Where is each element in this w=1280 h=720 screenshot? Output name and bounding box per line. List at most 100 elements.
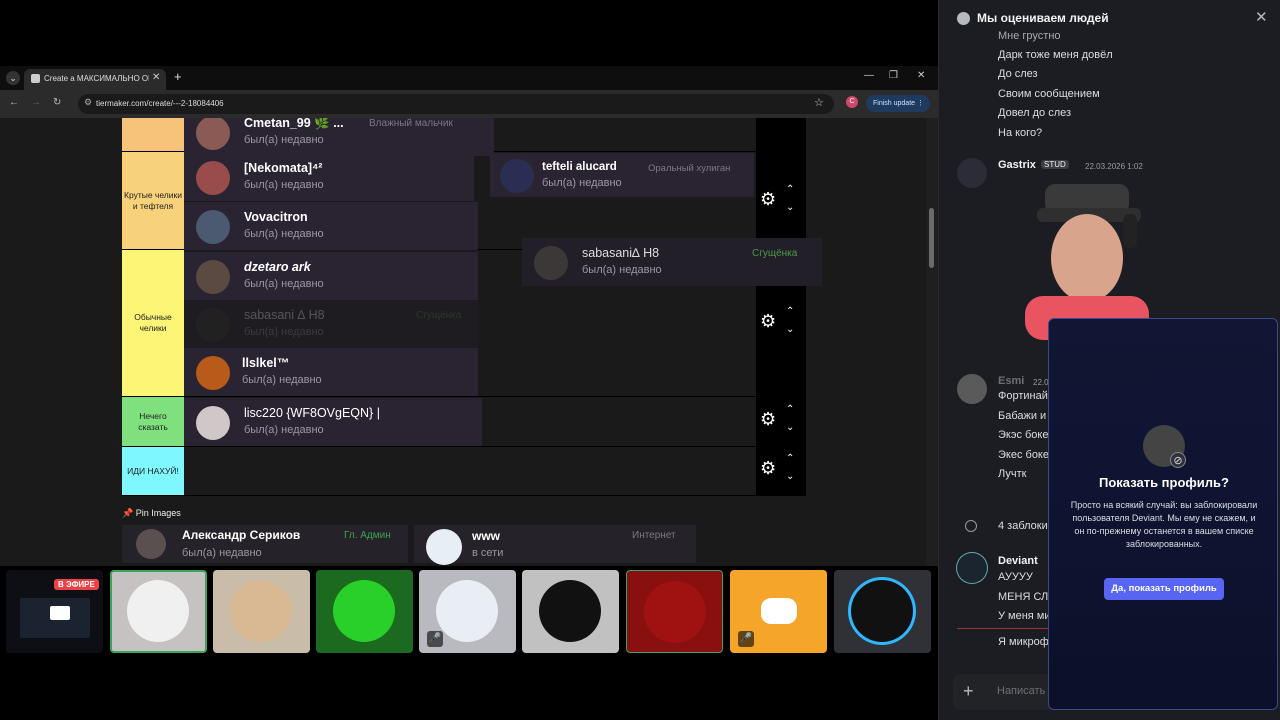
participant-tile[interactable] [626, 570, 723, 653]
participant-tile[interactable] [110, 570, 207, 653]
participant-tile[interactable] [316, 570, 413, 653]
discord-logo-icon [761, 598, 797, 624]
card-status: был(а) недавно [244, 326, 324, 338]
message-line: Экэс боке [998, 429, 1049, 441]
block-icon: ⊘ [1170, 452, 1186, 468]
author-name[interactable]: Deviant [998, 555, 1038, 567]
author-name[interactable]: Esmi [998, 375, 1024, 387]
tier-label[interactable]: Обычные челики [122, 250, 184, 396]
url-text: tiermaker.com/create/---2-18084406 [96, 99, 224, 108]
card-name: www [472, 529, 501, 543]
user-card-tefteli[interactable]: tefteli alucard был(а) недавно Оральный … [490, 153, 754, 197]
bookmark-star-icon[interactable]: ☆ [814, 96, 824, 109]
participant-tile[interactable] [834, 570, 931, 653]
tier-label[interactable]: ИДИ НАХУЙ! [122, 447, 184, 495]
card-name: Александр Сериков [182, 528, 301, 542]
message-line: Своим сообщением [998, 88, 1100, 100]
gear-icon[interactable]: ⚙ [760, 311, 776, 332]
tab-title: Create a МАКСИМАЛЬНО ОБ... [44, 74, 149, 83]
avatar[interactable] [957, 374, 987, 404]
stream-view: ⌄ Create a МАКСИМАЛЬНО ОБ... ✕ + — ❐ ✕ ←… [0, 0, 938, 720]
message-line: У меня ми [998, 610, 1051, 622]
card-status: был(а) недавно [582, 264, 662, 276]
participant-tile-screen[interactable]: В ЭФИРЕ [6, 570, 103, 653]
gear-icon[interactable]: ⚙ [760, 458, 776, 479]
back-icon[interactable]: ← [9, 97, 19, 108]
tier-label[interactable]: Нечего сказать [122, 397, 184, 446]
avatar [426, 529, 462, 565]
user-card-llslkel[interactable]: llslkel™ был(а) недавно [184, 348, 478, 396]
message-line: МЕНЯ СЛ [998, 591, 1049, 603]
modal-text: Просто на всякий случай: вы заблокировал… [1070, 500, 1258, 549]
user-card-sabasani-dragging[interactable]: sabasani∆ H8 был(а) недавно Сгущёнка [522, 238, 822, 286]
site-info-icon[interactable]: ⚙ [84, 97, 92, 108]
timestamp: 22.03.2026 1:02 [1085, 162, 1143, 171]
avatar[interactable] [957, 553, 987, 583]
avatar [436, 580, 498, 642]
blocked-icon [965, 520, 977, 532]
avatar [196, 260, 230, 294]
card-name: sabasani ∆ H8 [244, 308, 325, 322]
card-role: Сгущёнка [416, 310, 462, 321]
add-attachment-icon[interactable]: + [963, 681, 974, 702]
participant-tile[interactable]: 🎤 [730, 570, 827, 653]
minimize-icon[interactable]: — [864, 70, 874, 81]
card-status: был(а) недавно [244, 228, 324, 240]
move-arrows-icon[interactable]: ⌃ ⌄ [786, 303, 794, 339]
message-line: До слез [998, 68, 1038, 80]
avatar [500, 159, 534, 193]
scrollbar-thumb[interactable] [929, 208, 934, 268]
avatar[interactable] [957, 158, 987, 188]
gear-icon[interactable]: ⚙ [760, 189, 776, 210]
card-status: был(а) недавно [244, 278, 324, 290]
blocked-messages-toggle[interactable]: 4 заблоки [998, 520, 1048, 532]
participant-tile[interactable] [213, 570, 310, 653]
tier-label[interactable]: Крутые челики и тефтеля [122, 152, 184, 249]
avatar [851, 580, 913, 642]
message-line: АУУУУ [998, 571, 1033, 583]
url-field[interactable]: ⚙ tiermaker.com/create/---2-18084406 ☆ [78, 94, 834, 114]
monitor-icon [50, 606, 70, 620]
pin-card-sertikov[interactable]: Александр Сериков Гл. Админ был(а) недав… [122, 525, 408, 563]
pin-label-text: Pin Images [135, 508, 181, 518]
favicon-icon [31, 74, 40, 83]
author-name[interactable]: Gastrix [998, 159, 1036, 171]
profile-avatar[interactable]: C [846, 96, 858, 108]
close-icon[interactable]: ✕ [1255, 8, 1268, 26]
tab-search-icon[interactable]: ⌄ [6, 71, 20, 85]
show-profile-modal: ⊘ Показать профиль? Просто на всякий слу… [1048, 318, 1278, 710]
move-arrows-icon[interactable]: ⌃ ⌄ [786, 401, 794, 437]
move-arrows-icon[interactable]: ⌃ ⌄ [786, 450, 794, 486]
page-scrollbar[interactable] [926, 118, 938, 566]
show-profile-button[interactable]: Да, показать профиль [1104, 578, 1224, 600]
tab-close-icon[interactable]: ✕ [152, 72, 160, 83]
message-line: Я микроф [998, 636, 1049, 648]
user-card-lisc220[interactable]: lisc220 {WF8OVgEQN} | был(а) недавно [184, 398, 482, 446]
new-tab-icon[interactable]: + [174, 69, 182, 84]
tiermaker-page: Крутые челики и тефтеля ⚙ ⌃ ⌄ Обычные чел… [0, 118, 926, 566]
finish-update-button[interactable]: Finish update ⋮ [866, 95, 930, 112]
card-role: Оральный хулиган [648, 163, 731, 174]
avatar [196, 161, 230, 195]
avatar [534, 246, 568, 280]
user-card-vovacitron[interactable]: Vovacitron был(а) недавно [184, 202, 478, 250]
muted-mic-icon: 🎤 [427, 631, 443, 647]
restore-icon[interactable]: ❐ [889, 70, 898, 81]
message-line: На кого? [998, 127, 1043, 139]
pin-images-label[interactable]: 📌 Pin Images [122, 508, 181, 519]
tab-bar: ⌄ Create a МАКСИМАЛЬНО ОБ... ✕ + — ❐ ✕ [0, 66, 938, 90]
tab-tiermaker[interactable]: Create a МАКСИМАЛЬНО ОБ... ✕ [24, 69, 166, 90]
reload-icon[interactable]: ↻ [53, 97, 61, 108]
participant-tile[interactable]: 🎤 [419, 570, 516, 653]
move-arrows-icon[interactable]: ⌃ ⌄ [786, 181, 794, 217]
avatar [539, 580, 601, 642]
window-close-icon[interactable]: ✕ [917, 70, 925, 81]
pin-card-www[interactable]: www Интернет в сети [414, 525, 696, 565]
user-card-nekomata[interactable]: [Nekomata]⁴² был(а) недавно [184, 153, 474, 201]
user-card-dzetaro[interactable]: dzetaro ark был(а) недавно [184, 252, 478, 300]
user-card-cmetan[interactable]: Cmetan_99 🌿 ... был(а) недавно Влажный м… [184, 118, 494, 156]
gear-icon[interactable]: ⚙ [760, 409, 776, 430]
participant-tile[interactable] [522, 570, 619, 653]
forward-icon[interactable]: → [31, 97, 41, 108]
streamer-figure [1025, 184, 1149, 340]
